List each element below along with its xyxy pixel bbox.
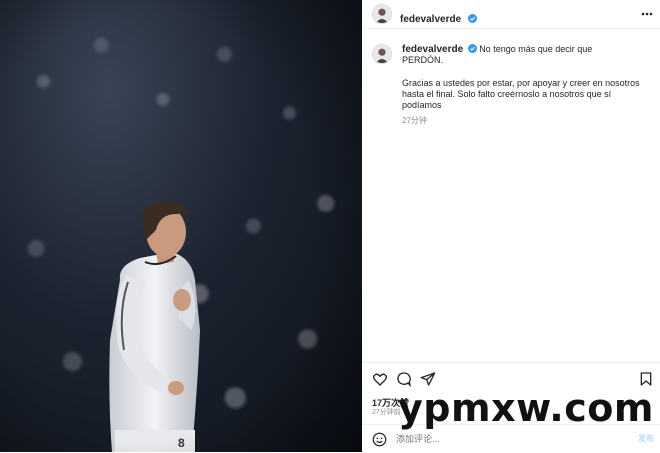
author-username[interactable]: fedevalverde — [400, 14, 461, 25]
post-photo[interactable]: 8 — [0, 0, 362, 452]
author-header: fedevalverde — [400, 9, 477, 27]
caption-para1: Gracias a ustedes por estar, por apoyar … — [402, 78, 640, 88]
bookmark-icon[interactable] — [638, 371, 654, 387]
verified-badge-icon — [467, 44, 477, 53]
caption-author-avatar[interactable] — [372, 44, 392, 64]
more-options-icon[interactable] — [640, 7, 654, 21]
caption-line1: No tengo más que decir que — [479, 44, 593, 54]
post-header: fedevalverde — [362, 0, 660, 29]
heart-icon[interactable] — [372, 371, 388, 387]
comment-input[interactable] — [396, 431, 616, 447]
comment-icon[interactable] — [396, 371, 412, 387]
watermark: ypmxw.com — [398, 386, 654, 430]
post-comment-button[interactable]: 发布 — [638, 433, 654, 444]
caption-time: 27分钟 — [402, 116, 427, 125]
caption-username[interactable]: fedevalverde — [402, 44, 463, 55]
post-caption: fedevalverde No tengo más que decir que … — [402, 44, 652, 126]
jersey-number: 8 — [178, 436, 185, 450]
author-avatar[interactable] — [372, 4, 392, 24]
caption-para2: hasta el final. Solo falto creérnoslo a … — [402, 89, 612, 110]
post-time: 27分钟前 — [372, 409, 401, 416]
share-icon[interactable] — [420, 371, 436, 387]
verified-badge-icon — [467, 14, 477, 23]
player-figure — [0, 0, 362, 452]
caption-line2: PERDÓN. — [402, 55, 444, 65]
emoji-icon[interactable] — [372, 432, 387, 447]
post-panel: fedevalverde fedevalverde No tengo más q… — [362, 0, 660, 452]
